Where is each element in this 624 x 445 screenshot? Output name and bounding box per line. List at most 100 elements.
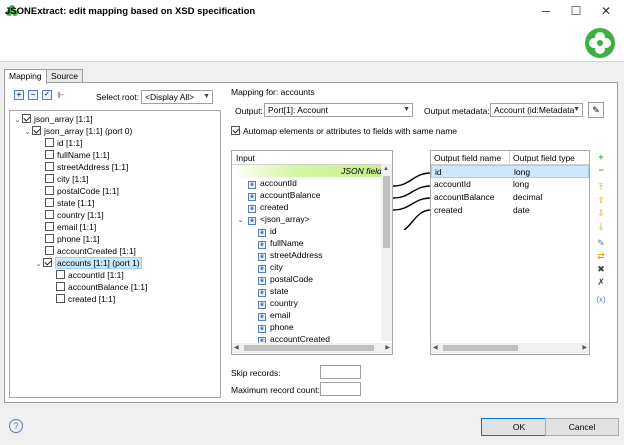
output-field-name[interactable]: accountId — [431, 178, 510, 191]
input-field-row[interactable]: e postalCode — [232, 273, 392, 285]
tree-item[interactable]: ⌄ json_array [1:1] (port 0) — [10, 125, 220, 137]
output-field-row[interactable]: accountBalance decimal — [431, 191, 589, 204]
edit-field-button[interactable]: ✎ — [594, 237, 608, 250]
chevron-down-icon[interactable]: ⌄ — [13, 115, 22, 127]
tree-item-checkbox[interactable] — [45, 198, 54, 207]
tree-item[interactable]: fullName [1:1] — [10, 149, 220, 161]
chevron-down-icon[interactable]: ⌄ — [34, 259, 43, 271]
input-field-row[interactable]: e accountId — [232, 177, 392, 189]
tree-item-checkbox[interactable] — [45, 162, 54, 171]
tree-item-checkbox[interactable] — [45, 234, 54, 243]
tree-item-checkbox[interactable] — [45, 222, 54, 231]
move-bottom-button[interactable]: ⤓ — [594, 220, 608, 233]
tree-item[interactable]: ⌄ accounts [1:1] (port 1) — [10, 257, 220, 269]
help-button[interactable]: ? — [9, 419, 23, 433]
input-field-row[interactable]: e email — [232, 309, 392, 321]
tree-item-checkbox[interactable] — [45, 186, 54, 195]
tree-item-checkbox[interactable] — [43, 258, 52, 267]
input-field-row[interactable]: e country — [232, 297, 392, 309]
tree-item[interactable]: streetAddress [1:1] — [10, 161, 220, 173]
input-field-row[interactable]: ⌄ e <json_array> — [232, 213, 392, 225]
output-field-row[interactable]: accountId long — [431, 178, 589, 191]
tab-source[interactable]: Source — [46, 69, 83, 83]
input-field-row[interactable]: e fullName — [232, 237, 392, 249]
output-field-type[interactable]: date — [510, 204, 530, 217]
tree-item[interactable]: id [1:1] — [10, 137, 220, 149]
output-metadata-dropdown[interactable]: Account (id:Metadata ▼ — [490, 103, 583, 117]
delete-all-mappings-button[interactable]: ✗ — [594, 276, 608, 289]
output-field-type[interactable]: decimal — [510, 191, 542, 204]
move-top-button[interactable]: ⤒ — [594, 181, 608, 194]
schema-tree[interactable]: ⌄ json_array [1:1] ⌄ json_array [1:1] (port… — [9, 110, 221, 398]
col-output-field-type[interactable]: Output field type — [510, 151, 575, 164]
input-field-row[interactable]: e phone — [232, 321, 392, 333]
tree-item-checkbox[interactable] — [45, 246, 54, 255]
tree-item[interactable]: city [1:1] — [10, 173, 220, 185]
output-port-dropdown[interactable]: Port[1]: Account ▼ — [264, 103, 413, 117]
maximize-button[interactable]: ☐ — [561, 0, 591, 22]
edit-metadata-button[interactable]: ✎ — [588, 102, 604, 118]
tree-item[interactable]: state [1:1] — [10, 197, 220, 209]
tab-mapping[interactable]: Mapping — [4, 69, 47, 84]
tree-item[interactable]: accountBalance [1:1] — [10, 281, 220, 293]
output-field-name[interactable]: created — [431, 204, 510, 217]
tree-item-checkbox[interactable] — [56, 294, 65, 303]
tree-item-checkbox[interactable] — [45, 174, 54, 183]
max-record-count-input[interactable] — [320, 382, 361, 396]
expand-all-icon[interactable]: + — [14, 90, 24, 100]
expression-button[interactable]: (x) — [594, 293, 608, 306]
input-field-row[interactable]: e streetAddress — [232, 249, 392, 261]
tree-item-checkbox[interactable] — [45, 138, 54, 147]
auto-map-button[interactable]: ⇄ — [594, 250, 608, 263]
skip-records-input[interactable] — [320, 365, 361, 379]
output-field-name[interactable]: id — [432, 166, 511, 177]
output-field-type[interactable]: long — [511, 166, 530, 177]
input-horizontal-scrollbar[interactable]: ◀ ▶ — [232, 343, 392, 353]
scroll-right-icon[interactable]: ▶ — [582, 344, 587, 351]
input-field-row[interactable]: e id — [232, 225, 392, 237]
input-scroll-thumb[interactable] — [383, 176, 390, 248]
add-field-button[interactable]: + — [594, 151, 608, 164]
scroll-left-icon[interactable]: ◀ — [433, 344, 438, 351]
tree-item[interactable]: email [1:1] — [10, 221, 220, 233]
collapse-all-icon[interactable]: − — [28, 90, 38, 100]
input-field-row[interactable]: e created — [232, 201, 392, 213]
output-fields-panel[interactable]: Output field name Output field type id lo… — [430, 150, 590, 355]
tree-item[interactable]: phone [1:1] — [10, 233, 220, 245]
output-horizontal-scrollbar[interactable]: ◀ ▶ — [431, 343, 589, 353]
tree-item-checkbox[interactable] — [45, 150, 54, 159]
input-field-row[interactable]: e city — [232, 261, 392, 273]
tree-structure-icon[interactable]: ⊩ — [56, 90, 66, 100]
tree-item-checkbox[interactable] — [22, 114, 31, 123]
check-all-icon[interactable]: ✓ — [42, 90, 52, 100]
close-button[interactable]: ✕ — [591, 0, 621, 22]
tree-item[interactable]: created [1:1] — [10, 293, 220, 305]
tree-item[interactable]: country [1:1] — [10, 209, 220, 221]
scroll-left-icon[interactable]: ◀ — [234, 344, 239, 351]
input-field-row[interactable]: e accountBalance — [232, 189, 392, 201]
remove-field-button[interactable]: − — [594, 164, 608, 177]
tree-item-checkbox[interactable] — [56, 270, 65, 279]
delete-mapping-button[interactable]: ✖ — [594, 263, 608, 276]
col-output-field-name[interactable]: Output field name — [431, 151, 510, 164]
chevron-down-icon[interactable]: ⌄ — [23, 127, 32, 139]
cancel-button[interactable]: Cancel — [545, 418, 619, 436]
input-vertical-scrollbar[interactable]: ▲ — [381, 164, 392, 341]
automap-checkbox[interactable]: Automap elements or attributes to fields… — [231, 126, 457, 136]
input-hscroll-thumb[interactable] — [244, 345, 374, 351]
output-hscroll-thumb[interactable] — [443, 345, 518, 351]
minimize-button[interactable]: ─ — [531, 0, 561, 22]
move-up-button[interactable]: ⇧ — [594, 194, 608, 207]
select-root-dropdown[interactable]: <Display All> ▼ — [141, 90, 213, 104]
output-field-row[interactable]: id long — [431, 165, 589, 178]
output-field-name[interactable]: accountBalance — [431, 191, 510, 204]
input-field-row[interactable]: e state — [232, 285, 392, 297]
tree-item-checkbox[interactable] — [56, 282, 65, 291]
tree-item[interactable]: ⌄ json_array [1:1] — [10, 113, 220, 125]
tree-item[interactable]: postalCode [1:1] — [10, 185, 220, 197]
move-down-button[interactable]: ⇩ — [594, 207, 608, 220]
tree-item[interactable]: accountCreated [1:1] — [10, 245, 220, 257]
scroll-up-icon[interactable]: ▲ — [383, 166, 389, 172]
tree-item-checkbox[interactable] — [45, 210, 54, 219]
tree-item-checkbox[interactable] — [32, 126, 41, 135]
